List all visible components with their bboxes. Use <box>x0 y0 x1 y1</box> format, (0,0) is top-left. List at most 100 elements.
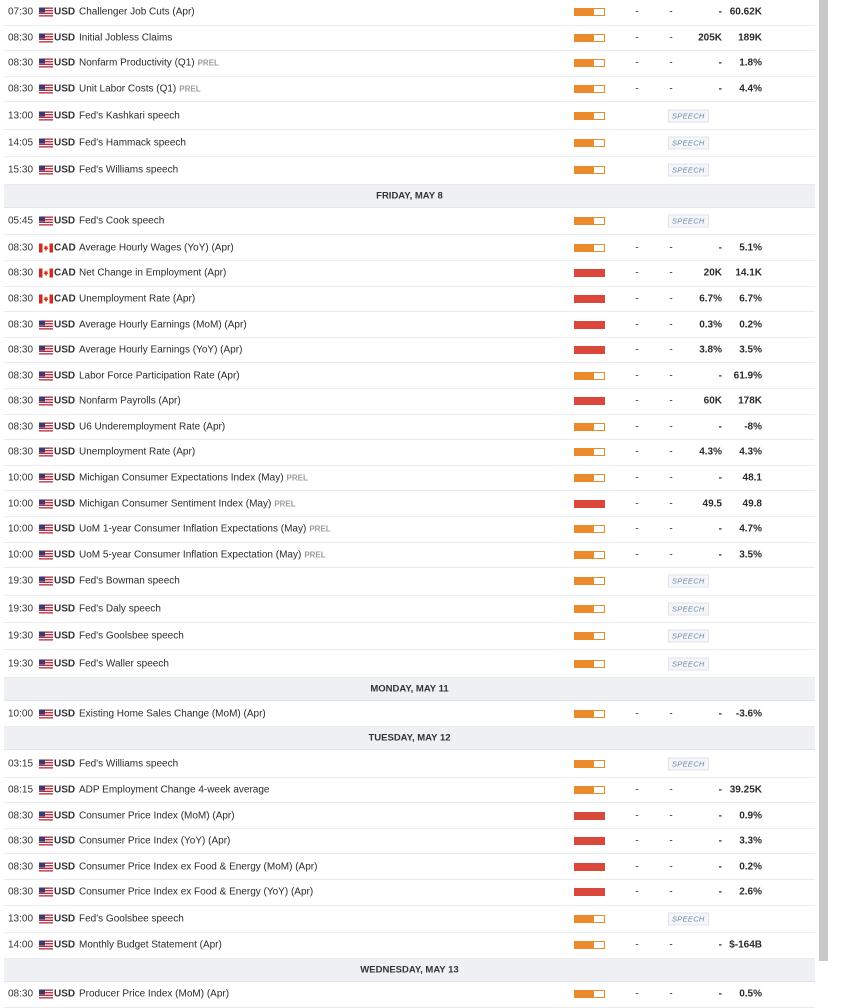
event-name[interactable]: Average Hourly Earnings (YoY) (Apr) <box>79 345 242 356</box>
speech-badge[interactable]: SPEECH <box>668 574 709 588</box>
speech-badge[interactable]: SPEECH <box>668 136 709 150</box>
event-name[interactable]: Initial Jobless Claims <box>79 32 172 43</box>
event-name[interactable]: UoM 1-year Consumer Inflation Expectatio… <box>79 524 331 535</box>
event-row[interactable]: 19:30 USD Fed's Bowman speech SPEECH <box>4 568 815 596</box>
event-name-text[interactable]: Challenger Job Cuts (Apr) <box>79 7 195 18</box>
event-name-text[interactable]: Fed's Williams speech <box>79 165 178 176</box>
event-name[interactable]: Net Change in Employment (Apr) <box>79 268 226 279</box>
event-name-text[interactable]: Nonfarm Payrolls (Apr) <box>79 396 181 407</box>
event-name-text[interactable]: Nonfarm Productivity (Q1) <box>79 58 195 69</box>
event-row[interactable]: 10:00 USD UoM 1-year Consumer Inflation Ex… <box>4 516 815 543</box>
speech-badge[interactable]: SPEECH <box>668 912 709 926</box>
event-name[interactable]: Michigan Consumer Sentiment Index (May) P… <box>79 498 296 509</box>
event-name-text[interactable]: Labor Force Participation Rate (Apr) <box>79 370 240 381</box>
event-name-text[interactable]: Fed's Hammack speech <box>79 137 186 148</box>
event-row[interactable]: 08:30 CAD Net Change in Employment (Apr) - -… <box>4 261 815 287</box>
event-name[interactable]: Michigan Consumer Expectations Index (Ma… <box>79 473 308 484</box>
event-row[interactable]: 10:00 USD Michigan Consumer Sentiment Inde… <box>4 491 815 517</box>
event-row[interactable]: 08:30 USD Average Hourly Earnings (MoM) (A… <box>4 312 815 338</box>
event-name[interactable]: Fed's Kashkari speech <box>79 110 180 121</box>
event-row[interactable]: 13:00 USD Fed's Kashkari speech SPEECH <box>4 102 815 130</box>
event-name[interactable]: Consumer Price Index (MoM) (Apr) <box>79 810 235 821</box>
event-row[interactable]: 08:30 USD Unit Labor Costs (Q1) PREL - - - 4.4% <box>4 76 815 103</box>
event-name[interactable]: Monthly Budget Statement (Apr) <box>79 940 222 951</box>
event-name[interactable]: U6 Underemployment Rate (Apr) <box>79 421 225 432</box>
event-name[interactable]: Fed's Bowman speech <box>79 576 180 587</box>
event-row[interactable]: 07:30 USD Challenger Job Cuts (Apr) - - -60.6… <box>4 0 815 26</box>
event-name[interactable]: Average Hourly Wages (YoY) (Apr) <box>79 242 234 253</box>
speech-badge[interactable]: SPEECH <box>668 163 709 177</box>
event-name[interactable]: Challenger Job Cuts (Apr) <box>79 7 195 18</box>
event-name-text[interactable]: Unit Labor Costs (Q1) <box>79 84 176 95</box>
event-row[interactable]: 15:30 USD Fed's Williams speech SPEECH <box>4 157 815 185</box>
event-row[interactable]: 10:00 USD Existing Home Sales Change (MoM)… <box>4 701 815 727</box>
event-name-text[interactable]: ADP Employment Change 4-week average <box>79 785 269 796</box>
event-name[interactable]: Consumer Price Index ex Food & Energy (M… <box>79 861 317 872</box>
event-name[interactable]: Unemployment Rate (Apr) <box>79 447 195 458</box>
event-row[interactable]: 19:30 USD Fed's Waller speech SPEECH <box>4 650 815 678</box>
event-name-text[interactable]: Fed's Williams speech <box>79 758 178 769</box>
event-name-text[interactable]: Fed's Daly speech <box>79 603 161 614</box>
event-row[interactable]: 14:00 USD Monthly Budget Statement (Apr) - -… <box>4 933 815 959</box>
event-name-text[interactable]: Fed's Goolsbee speech <box>79 631 184 642</box>
event-row[interactable]: 08:30 USD Producer Price Index (MoM) (Apr)… <box>4 982 815 1008</box>
event-name-text[interactable]: Average Hourly Earnings (YoY) (Apr) <box>79 345 242 356</box>
event-name-text[interactable]: Fed's Cook speech <box>79 216 164 227</box>
event-name-text[interactable]: Michigan Consumer Sentiment Index (May) <box>79 498 271 509</box>
event-name-text[interactable]: Initial Jobless Claims <box>79 32 172 43</box>
event-name-text[interactable]: Consumer Price Index (YoY) (Apr) <box>79 836 230 847</box>
event-row[interactable]: 10:00 USD Michigan Consumer Expectations I… <box>4 465 815 492</box>
event-name[interactable]: UoM 5-year Consumer Inflation Expectatio… <box>79 549 326 560</box>
event-name[interactable]: Consumer Price Index (YoY) (Apr) <box>79 836 230 847</box>
event-name[interactable]: Nonfarm Payrolls (Apr) <box>79 396 181 407</box>
event-name[interactable]: Unemployment Rate (Apr) <box>79 293 195 304</box>
speech-badge[interactable]: SPEECH <box>668 109 709 123</box>
event-row[interactable]: 19:30 USD Fed's Daly speech SPEECH <box>4 595 815 623</box>
event-row[interactable]: 08:30 USD Consumer Price Index ex Food & E… <box>4 880 815 906</box>
event-row[interactable]: 08:30 CAD Average Hourly Wages (YoY) (Apr)… <box>4 235 815 262</box>
event-row[interactable]: 03:15 USD Fed's Williams speech SPEECH <box>4 750 815 778</box>
event-name-text[interactable]: Michigan Consumer Expectations Index (Ma… <box>79 473 284 484</box>
event-row[interactable]: 08:30 USD Unemployment Rate (Apr) - - 4.3% 4.3… <box>4 440 815 466</box>
event-name-text[interactable]: Producer Price Index (MoM) (Apr) <box>79 989 229 1000</box>
event-name[interactable]: Unit Labor Costs (Q1) PREL <box>79 84 201 95</box>
event-name[interactable]: Consumer Price Index ex Food & Energy (Y… <box>79 887 313 898</box>
speech-badge[interactable]: SPEECH <box>668 757 709 770</box>
event-row[interactable]: 08:30 USD U6 Underemployment Rate (Apr) - - -… <box>4 414 815 441</box>
event-name-text[interactable]: Monthly Budget Statement (Apr) <box>79 940 222 951</box>
event-name-text[interactable]: Fed's Goolsbee speech <box>79 913 184 924</box>
event-name-text[interactable]: UoM 5-year Consumer Inflation Expectatio… <box>79 549 301 560</box>
event-name[interactable]: Fed's Waller speech <box>79 658 169 669</box>
event-row[interactable]: 10:00 USD UoM 5-year Consumer Inflation Ex… <box>4 542 815 569</box>
event-name[interactable]: Fed's Williams speech <box>79 165 178 176</box>
event-name-text[interactable]: Consumer Price Index (MoM) (Apr) <box>79 810 235 821</box>
event-name[interactable]: Fed's Hammack speech <box>79 137 186 148</box>
event-row[interactable]: 14:05 USD Fed's Hammack speech SPEECH <box>4 129 815 158</box>
event-name[interactable]: Fed's Goolsbee speech <box>79 913 184 924</box>
event-name[interactable]: Existing Home Sales Change (MoM) (Apr) <box>79 708 266 719</box>
event-row[interactable]: 08:30 USD Consumer Price Index (YoY) (Apr)… <box>4 828 815 855</box>
event-row[interactable]: 08:30 USD Consumer Price Index ex Food & E… <box>4 854 815 881</box>
event-row[interactable]: 08:30 USD Nonfarm Productivity (Q1) PREL - - -… <box>4 51 815 77</box>
event-name[interactable]: Fed's Daly speech <box>79 603 161 614</box>
event-name[interactable]: Labor Force Participation Rate (Apr) <box>79 370 240 381</box>
speech-badge[interactable]: SPEECH <box>668 214 709 228</box>
event-name[interactable]: Fed's Williams speech <box>79 758 178 769</box>
event-name-text[interactable]: Consumer Price Index ex Food & Energy (M… <box>79 861 317 872</box>
event-row[interactable]: 08:15 USD ADP Employment Change 4-week ave… <box>4 777 815 804</box>
event-row[interactable]: 05:45 USD Fed's Cook speech SPEECH <box>4 208 815 236</box>
event-row[interactable]: 08:30 USD Initial Jobless Claims - - 205K 189K <box>4 25 815 52</box>
event-row[interactable]: 08:30 USD Nonfarm Payrolls (Apr) - - 60K 178K <box>4 389 815 415</box>
event-name-text[interactable]: Fed's Waller speech <box>79 658 169 669</box>
speech-badge[interactable]: SPEECH <box>668 602 709 616</box>
event-name-text[interactable]: Unemployment Rate (Apr) <box>79 447 195 458</box>
event-name[interactable]: ADP Employment Change 4-week average <box>79 785 269 796</box>
event-name[interactable]: Average Hourly Earnings (MoM) (Apr) <box>79 319 247 330</box>
event-name[interactable]: Fed's Goolsbee speech <box>79 631 184 642</box>
event-name-text[interactable]: Existing Home Sales Change (MoM) (Apr) <box>79 708 266 719</box>
event-name-text[interactable]: U6 Underemployment Rate (Apr) <box>79 421 225 432</box>
speech-badge[interactable]: SPEECH <box>668 629 709 643</box>
event-name[interactable]: Fed's Cook speech <box>79 216 164 227</box>
event-row[interactable]: 19:30 USD Fed's Goolsbee speech SPEECH <box>4 622 815 651</box>
event-name-text[interactable]: Average Hourly Earnings (MoM) (Apr) <box>79 319 247 330</box>
